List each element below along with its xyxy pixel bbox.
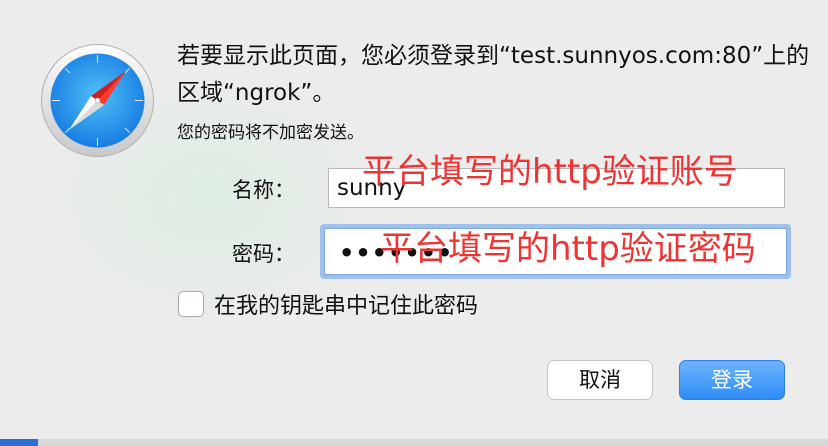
- remember-password-row[interactable]: 在我的钥匙串中记住此密码: [178, 289, 478, 319]
- desktop-strip: [0, 439, 38, 446]
- name-field-label: 名称：: [232, 178, 295, 202]
- cancel-button[interactable]: 取消: [547, 360, 653, 400]
- safari-compass-icon: [41, 44, 154, 157]
- password-field-label: 密码：: [232, 242, 295, 266]
- window-bottom-edge: [0, 439, 828, 446]
- username-annotation: 平台填写的http验证账号: [362, 152, 738, 192]
- remember-label: 在我的钥匙串中记住此密码: [214, 294, 479, 319]
- dialog-info-text: 您的密码将不加密发送。: [177, 123, 364, 143]
- password-annotation: 平台填写的http验证密码: [380, 229, 756, 269]
- remember-checkbox[interactable]: [178, 291, 204, 317]
- login-dialog: 若要显示此页面，您必须登录到“test.sunnyos.com:80”上的区域“…: [0, 0, 828, 446]
- dialog-message: 若要显示此页面，您必须登录到“test.sunnyos.com:80”上的区域“…: [177, 43, 810, 106]
- login-button[interactable]: 登录: [679, 360, 785, 400]
